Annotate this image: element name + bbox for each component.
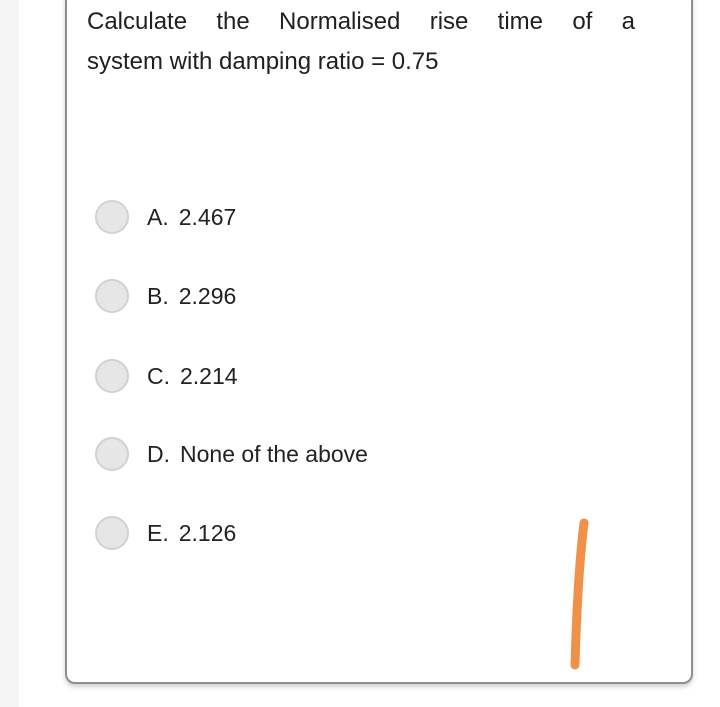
option-value: 2.126	[178, 519, 237, 546]
question-text: Calculate the Normalised rise time of a …	[87, 2, 635, 82]
radio-button-icon[interactable]	[95, 516, 129, 550]
option-label: B. 2.296	[147, 283, 236, 310]
option-b[interactable]: B. 2.296	[95, 278, 236, 314]
option-letter: A.	[147, 203, 169, 230]
option-c[interactable]: C. 2.214	[95, 358, 238, 394]
left-margin-strip	[0, 0, 19, 707]
option-letter: E.	[147, 519, 169, 546]
option-label: A. 2.467	[147, 204, 236, 231]
radio-button-icon[interactable]	[95, 279, 129, 313]
option-d[interactable]: D. None of the above	[95, 436, 368, 472]
option-value: 2.296	[178, 282, 237, 309]
option-value: 2.214	[180, 362, 238, 389]
option-value: None of the above	[180, 440, 368, 467]
option-letter: C.	[147, 362, 170, 389]
option-e[interactable]: E. 2.126	[95, 515, 236, 551]
option-label: D. None of the above	[147, 441, 368, 468]
option-letter: D.	[147, 440, 170, 467]
option-letter: B.	[147, 282, 169, 309]
option-value: 2.467	[178, 203, 237, 230]
radio-button-icon[interactable]	[95, 359, 129, 393]
radio-button-icon[interactable]	[95, 200, 129, 234]
question-line-1: Calculate the Normalised rise time of a	[87, 8, 635, 35]
option-a[interactable]: A. 2.467	[95, 199, 236, 235]
radio-button-icon[interactable]	[95, 437, 129, 471]
option-label: C. 2.214	[147, 363, 238, 390]
option-label: E. 2.126	[147, 520, 236, 547]
question-line-2: system with damping ratio = 0.75	[87, 48, 439, 75]
handwritten-mark-icon	[570, 518, 589, 670]
